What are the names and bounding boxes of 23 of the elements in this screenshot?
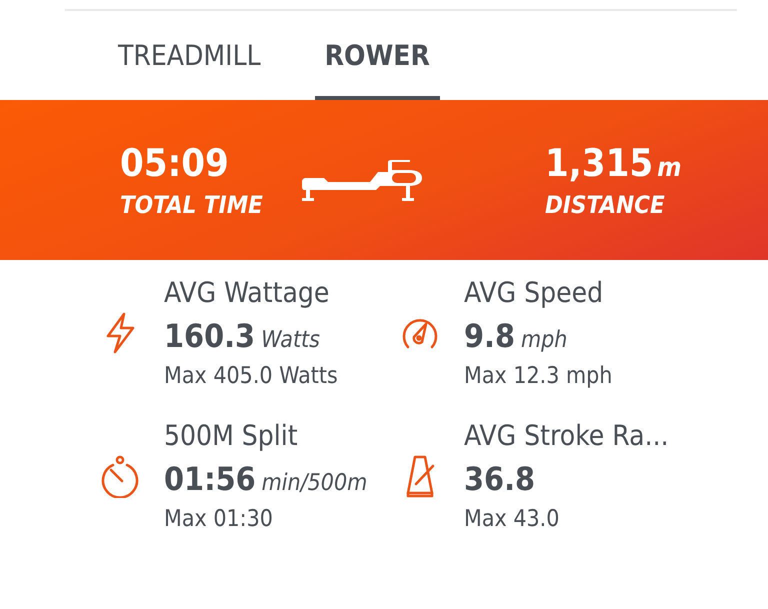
tab[interactable]: TREADMILL xyxy=(108,11,271,100)
stat-value: 01:56 xyxy=(164,460,256,498)
stat-unit: min/500m xyxy=(262,470,368,496)
stat-unit: mph xyxy=(521,327,568,353)
total-time-value: 05:09 xyxy=(120,141,230,185)
stat-title: 500M Split xyxy=(164,419,299,452)
rowing-machine-icon xyxy=(300,158,424,202)
stat-title: AVG Wattage xyxy=(164,276,330,309)
stopwatch-icon xyxy=(100,454,140,498)
stat-max: Max 12.3 mph xyxy=(464,363,612,389)
stat-value: 9.8 xyxy=(464,317,515,355)
stat-max: Max 405.0 Watts xyxy=(164,363,338,389)
stat-max: Max 43.0 xyxy=(464,506,560,532)
stat-title: AVG Speed xyxy=(464,276,604,309)
distance-unit: m xyxy=(657,153,682,183)
distance-label: DISTANCE xyxy=(545,191,666,219)
stat-value: 36.8 xyxy=(464,460,536,498)
total-time-label: TOTAL TIME xyxy=(120,191,264,219)
stat-max: Max 01:30 xyxy=(164,506,274,532)
distance-value: 1,315 xyxy=(545,141,654,185)
stat-unit: Watts xyxy=(261,327,320,353)
stat-value: 160.3 xyxy=(164,317,256,355)
stat-title: AVG Stroke Ra... xyxy=(464,419,669,452)
